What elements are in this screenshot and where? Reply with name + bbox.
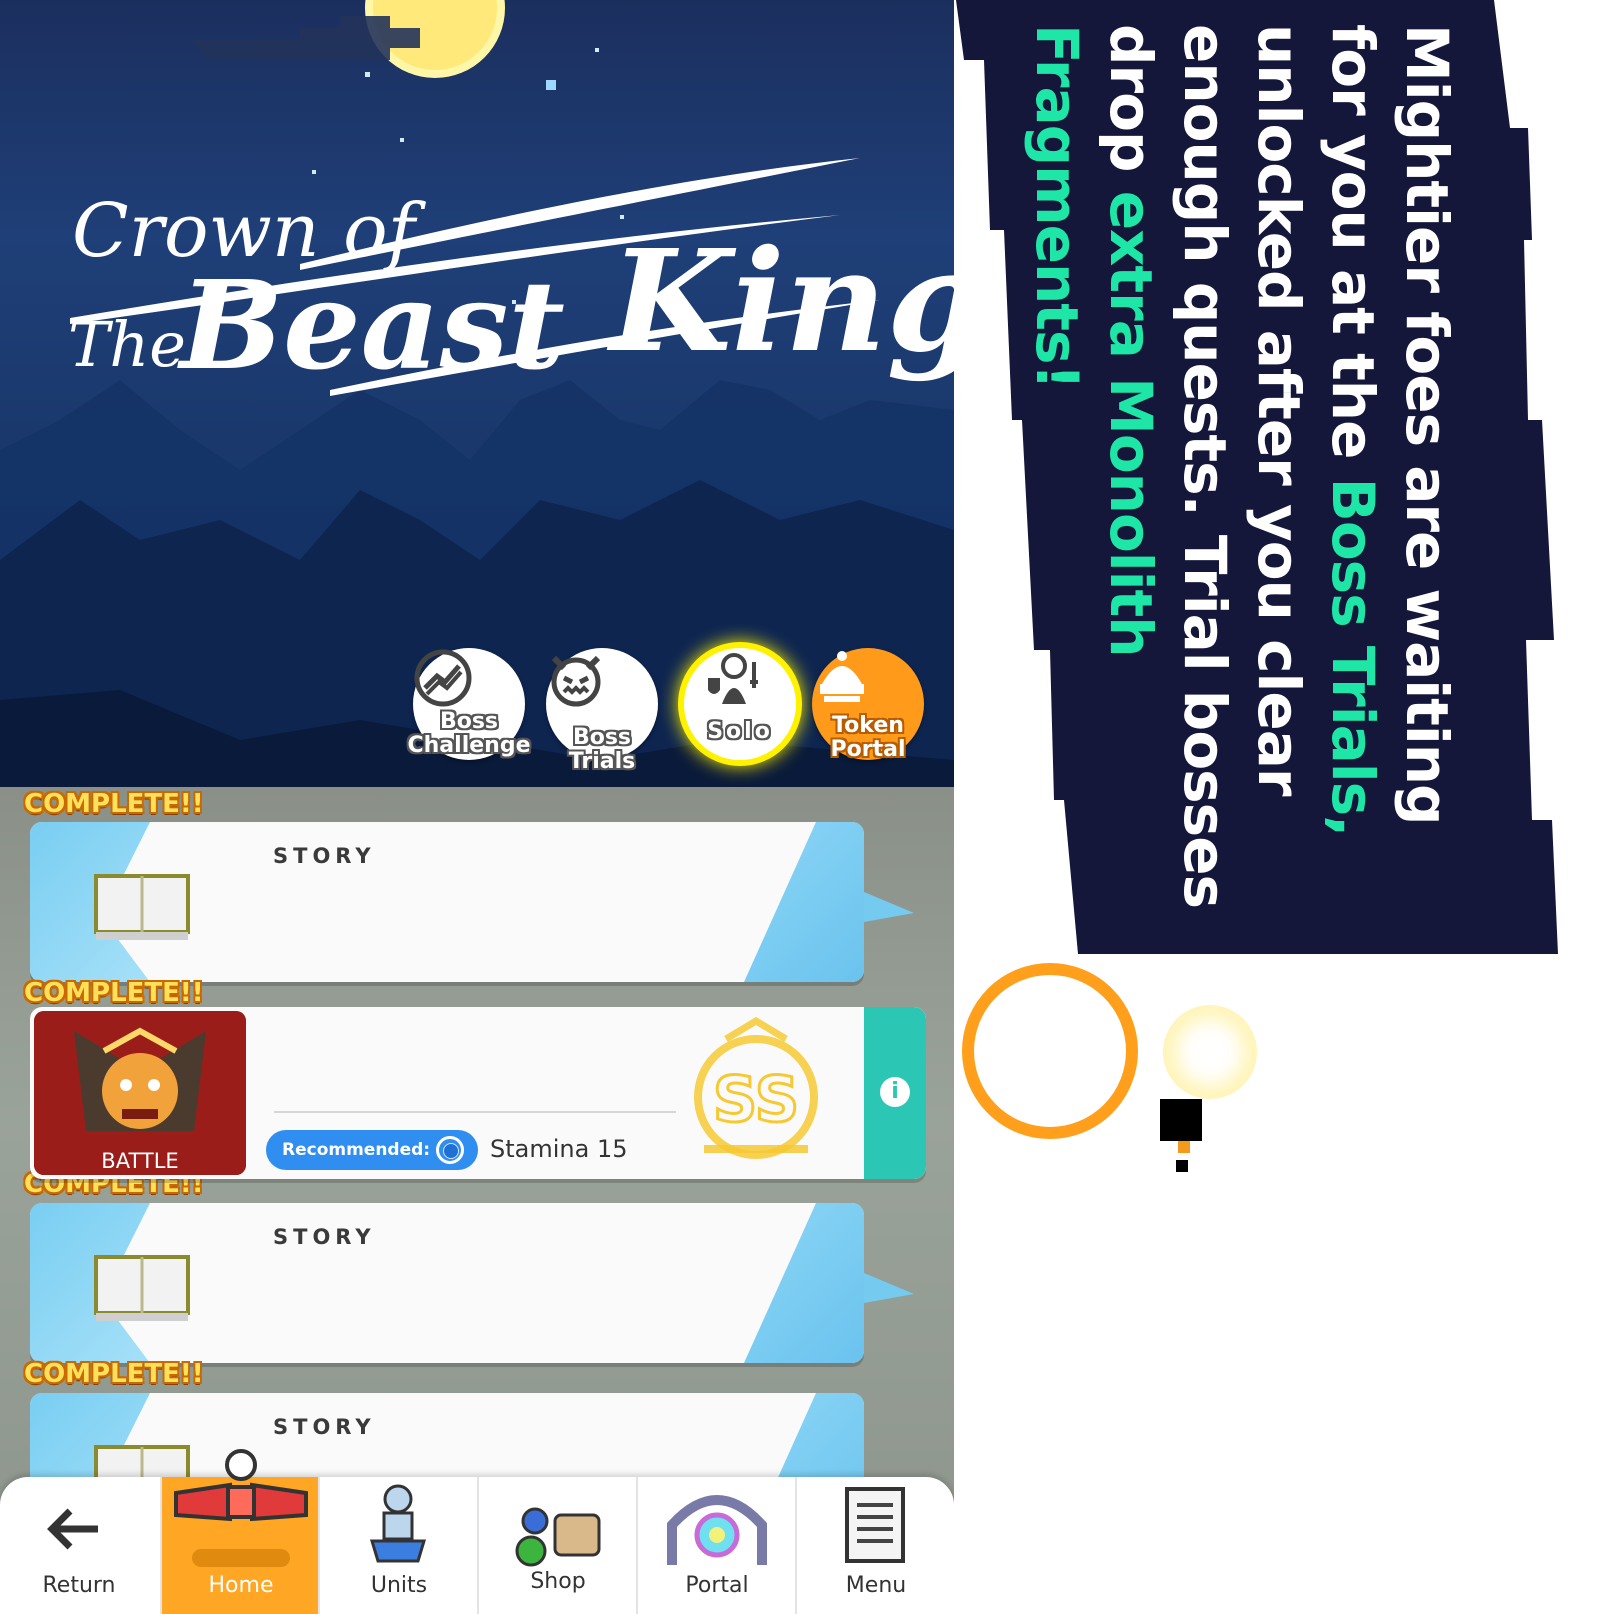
complete-badge: COMPLETE!!	[24, 1359, 204, 1389]
nav-portal[interactable]: Portal	[636, 1477, 796, 1614]
boss-challenge-button[interactable]: Boss Challenge	[408, 648, 531, 760]
recommended-label: Recommended:	[282, 1140, 431, 1160]
promo-highlight-boss-trials: Boss Trials,	[1319, 477, 1387, 837]
boss-challenge-label-line1: Boss	[439, 709, 499, 734]
nav-menu[interactable]: Menu	[795, 1477, 954, 1614]
book-icon	[94, 1255, 190, 1321]
nav-label: Portal	[685, 1573, 749, 1598]
nav-label: Return	[42, 1573, 116, 1598]
token-portal-label-line2: Portal	[830, 737, 906, 762]
glow-ring-decoration	[1163, 1005, 1257, 1099]
event-banner: Crown of The Beast King Boss Challenge B…	[0, 0, 954, 787]
stamina-cost: Stamina 15	[490, 1135, 628, 1163]
book-icon	[94, 874, 190, 940]
quest-card-story-2[interactable]: STORY	[30, 1203, 864, 1363]
battle-boss-thumbnail: BATTLE	[34, 1011, 246, 1175]
boss-trials-label: Boss Trials	[568, 725, 636, 774]
info-icon: i	[880, 1077, 910, 1107]
boss-challenge-label-line2: Challenge	[407, 733, 531, 758]
promo-text-rotated: Mightier foes are waiting for you at the…	[1023, 24, 1464, 934]
battle-label: BATTLE	[101, 1149, 179, 1173]
nav-label: Menu	[845, 1573, 907, 1598]
game-screen: Crown of The Beast King Boss Challenge B…	[0, 0, 954, 1614]
nav-label: Home	[208, 1573, 274, 1598]
quest-card-story-1[interactable]: STORY	[30, 822, 864, 982]
menu-list-icon	[845, 1487, 905, 1563]
quest-card-battle[interactable]: BATTLE Recommended: Stamina 15 SS i	[30, 1007, 926, 1179]
orange-ring-decoration	[962, 963, 1138, 1139]
boss-trials-button[interactable]: Boss Trials	[546, 648, 658, 774]
bottom-nav: Return Home Units Shop Portal Menu	[0, 1449, 954, 1614]
logo-line-king: King	[606, 220, 954, 384]
nav-units[interactable]: Units	[318, 1477, 478, 1614]
logo-line-beast: Beast	[177, 253, 565, 397]
rank-ss-badge: SS	[694, 1017, 818, 1159]
rank-text: SS	[713, 1063, 800, 1136]
nav-label: Units	[370, 1573, 428, 1598]
solo-hero-icon	[708, 653, 758, 704]
shop-items-icon	[515, 1507, 601, 1567]
recommended-unit-icon	[436, 1136, 464, 1164]
promo-message: Mightier foes are waiting for you at the…	[1023, 24, 1464, 934]
arrow-left-icon	[47, 1508, 98, 1550]
portal-gate-icon	[667, 1495, 767, 1565]
complete-badge: COMPLETE!!	[24, 978, 204, 1008]
quest-type-label: STORY	[273, 1415, 376, 1439]
quest-type-label: STORY	[273, 1225, 376, 1249]
star	[546, 80, 556, 90]
pixel-block-decoration	[1160, 1099, 1202, 1141]
logo-line-the: The	[68, 308, 186, 381]
quest-type-label: STORY	[273, 844, 376, 868]
quest-info-button[interactable]: i	[864, 1007, 926, 1179]
complete-badge: COMPLETE!!	[24, 789, 204, 819]
nav-label: Shop	[530, 1569, 586, 1594]
trending-chart-icon	[414, 649, 472, 707]
nav-return[interactable]: Return	[0, 1477, 158, 1614]
solo-button[interactable]: Solo	[678, 642, 802, 766]
nav-home[interactable]: Home	[160, 1449, 320, 1614]
home-bow-icon	[174, 1449, 308, 1522]
tower-dome-icon	[820, 651, 864, 702]
nav-shop[interactable]: Shop	[477, 1477, 637, 1614]
solo-label: Solo	[707, 719, 773, 744]
token-portal-button[interactable]: Token Portal	[812, 648, 924, 762]
demon-face-icon	[551, 655, 601, 707]
recommended-units-pill[interactable]: Recommended:	[266, 1130, 478, 1170]
pixel-block-decoration	[1178, 1141, 1190, 1153]
pixel-block-decoration	[1176, 1160, 1188, 1172]
token-portal-label-line1: Token	[832, 713, 904, 738]
unit-figure-icon	[369, 1484, 427, 1563]
